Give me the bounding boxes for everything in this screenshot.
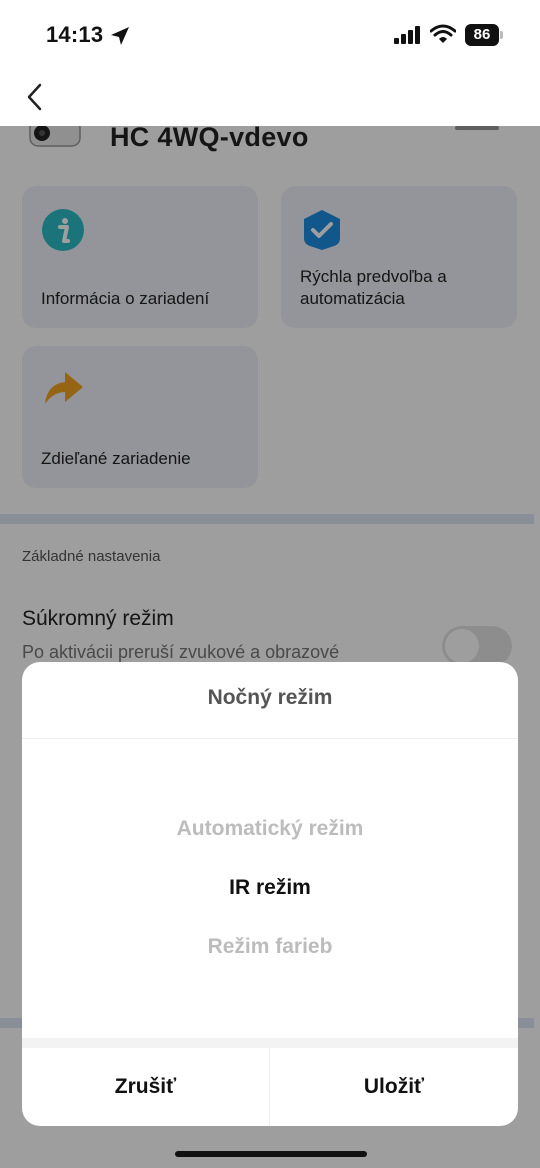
picker-option-auto[interactable]: Automatický režim <box>22 817 518 841</box>
battery-level: 86 <box>465 24 499 46</box>
dialog-button-separator <box>22 1038 518 1048</box>
status-time: 14:13 <box>46 22 104 47</box>
signal-icon <box>394 26 420 44</box>
nav-bar <box>0 70 540 126</box>
battery-icon: 86 <box>465 24 503 46</box>
battery-tip <box>500 31 503 39</box>
cancel-button[interactable]: Zrušiť <box>22 1048 269 1126</box>
picker-option-color[interactable]: Režim farieb <box>22 935 518 959</box>
dialog-title-divider <box>22 738 518 739</box>
status-bar: 14:13 86 <box>0 0 540 70</box>
wifi-icon <box>430 24 456 43</box>
home-indicator[interactable] <box>175 1151 367 1157</box>
chevron-left-icon[interactable] <box>24 82 46 112</box>
night-mode-dialog: Nočný režim Automatický režim IR režim R… <box>22 662 518 1126</box>
picker-option-ir[interactable]: IR režim <box>22 876 518 900</box>
location-arrow-icon <box>111 27 129 45</box>
dialog-title: Nočný režim <box>207 686 333 709</box>
save-button[interactable]: Uložiť <box>270 1048 518 1126</box>
